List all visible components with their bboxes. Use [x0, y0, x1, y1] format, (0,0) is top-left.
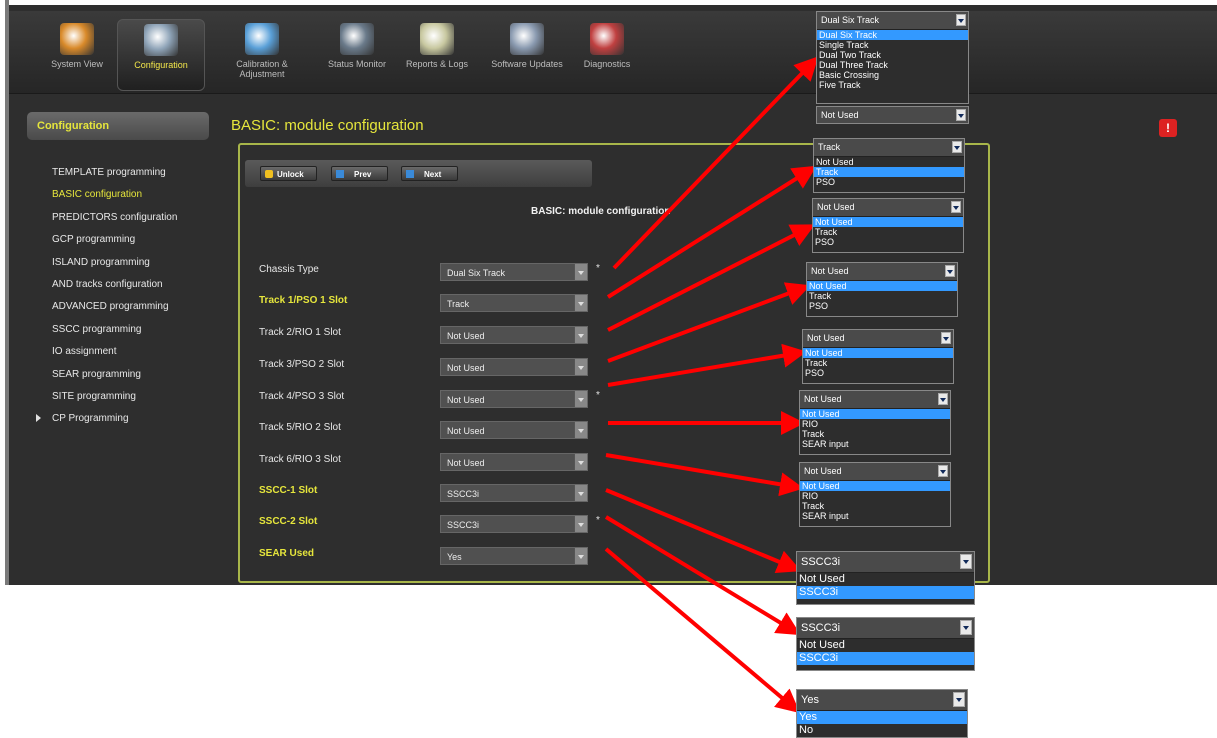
chevron-down-icon[interactable] — [960, 554, 972, 569]
dropdown-selected-value: Dual Six Track — [821, 15, 880, 25]
dropdown-option[interactable]: Not Used — [800, 481, 950, 491]
chevron-down-icon[interactable] — [952, 141, 962, 153]
dropdown-list[interactable]: Not Used Not Used Track PSO — [806, 262, 958, 317]
dropdown-selected[interactable]: Track — [814, 139, 964, 157]
dropdown-selected-value: Not Used — [821, 110, 859, 120]
dropdown-selected[interactable]: SSCC3i — [797, 618, 974, 639]
dropdown-option[interactable]: Track — [800, 429, 950, 439]
chevron-down-icon[interactable] — [951, 201, 961, 213]
dropdown-selected[interactable]: Not Used — [807, 263, 957, 281]
chevron-down-icon[interactable] — [953, 692, 965, 707]
dropdown-option[interactable]: Track — [807, 291, 957, 301]
chevron-down-icon[interactable] — [938, 465, 948, 477]
dropdown-option[interactable]: PSO — [814, 177, 964, 187]
dropdown-option[interactable]: Dual Two Track — [817, 50, 968, 60]
dropdown-selected-value: Track — [818, 142, 841, 152]
dropdown-option[interactable]: Not Used — [807, 281, 957, 291]
dropdown-option[interactable]: Not Used — [813, 217, 963, 227]
dropdown-option[interactable]: Not Used — [797, 639, 974, 652]
dropdown-selected[interactable]: Not Used — [800, 391, 950, 409]
dropdown-option[interactable]: PSO — [813, 237, 963, 247]
dropdown-option[interactable]: Track — [803, 358, 953, 368]
dropdown-option[interactable]: Dual Three Track — [817, 60, 968, 70]
dropdown-selected[interactable]: Dual Six Track — [817, 12, 968, 30]
dropdown-list[interactable]: Not Used Not Used Track PSO — [812, 198, 964, 253]
dropdown-list[interactable]: Dual Six Track Dual Six Track Single Track… — [816, 11, 969, 104]
dropdown-list[interactable]: Yes Yes No — [796, 689, 968, 738]
dropdown-option[interactable]: Single Track — [817, 40, 968, 50]
dropdown-selected[interactable]: Not Used — [800, 463, 950, 481]
callout-arrow — [612, 56, 819, 270]
dropdown-option[interactable]: Basic Crossing — [817, 70, 968, 80]
chevron-down-icon[interactable] — [960, 620, 972, 635]
callout-arrow — [607, 343, 807, 387]
dropdown-selected-value: Yes — [801, 694, 819, 706]
dropdown-list[interactable]: SSCC3i Not Used SSCC3i — [796, 617, 975, 671]
dropdown-option[interactable]: SSCC3i — [797, 586, 974, 599]
dropdown-option[interactable]: RIO — [800, 491, 950, 501]
dropdown-option[interactable]: Track — [814, 167, 964, 177]
dropdown-option[interactable]: Not Used — [800, 409, 950, 419]
dropdown-list[interactable]: Not Used Not Used Track PSO — [802, 329, 954, 384]
dropdown-option[interactable]: Not Used — [797, 573, 974, 586]
dropdown-option[interactable]: PSO — [803, 368, 953, 378]
dropdown-option[interactable]: Yes — [797, 711, 967, 724]
dropdown-option[interactable]: SSCC3i — [797, 652, 974, 665]
dropdown-option[interactable]: Track — [813, 227, 963, 237]
dropdown-selected[interactable]: Not Used — [813, 199, 963, 217]
dropdown-list[interactable]: Track Not Used Track PSO — [813, 138, 965, 193]
dropdown-option[interactable]: No — [797, 724, 967, 737]
dropdown-selected-value: Not Used — [817, 202, 855, 212]
dropdown-selected-value: SSCC3i — [801, 556, 841, 568]
dropdown-selected-value: Not Used — [804, 394, 842, 404]
dropdown-option[interactable]: Dual Six Track — [817, 30, 968, 40]
chevron-down-icon[interactable] — [941, 332, 951, 344]
chevron-down-icon[interactable] — [938, 393, 948, 405]
dropdown-selected-value: Not Used — [804, 466, 842, 476]
dropdown-option[interactable]: PSO — [807, 301, 957, 311]
dropdown-selected[interactable]: Yes — [797, 690, 967, 711]
dropdown-list[interactable]: Not Used Not Used RIO Track SEAR input — [799, 390, 951, 455]
dropdown-list[interactable]: SSCC3i Not Used SSCC3i — [796, 551, 975, 605]
dropdown-option[interactable]: Track — [800, 501, 950, 511]
dropdown-selected[interactable]: SSCC3i — [797, 552, 974, 573]
chevron-down-icon[interactable] — [945, 265, 955, 277]
callout-arrow — [605, 488, 802, 573]
chevron-down-icon[interactable] — [956, 109, 966, 121]
callout-arrow — [605, 453, 804, 497]
dropdown-list[interactable]: Not Used — [816, 106, 969, 124]
dropdown-option[interactable]: SEAR input — [800, 439, 950, 449]
dropdown-selected[interactable]: Not Used — [803, 330, 953, 348]
callout-arrow — [607, 282, 811, 363]
dropdown-selected-value: SSCC3i — [801, 622, 841, 634]
dropdown-option[interactable]: RIO — [800, 419, 950, 429]
callout-arrows — [604, 56, 819, 714]
dropdown-selected-value: Not Used — [807, 333, 845, 343]
chevron-down-icon[interactable] — [956, 14, 966, 26]
dropdown-selected-value: Not Used — [811, 266, 849, 276]
dropdown-list[interactable]: Not Used Not Used RIO Track SEAR input — [799, 462, 951, 527]
dropdown-selected[interactable]: Not Used — [817, 107, 968, 123]
dropdown-option[interactable]: Not Used — [803, 348, 953, 358]
dropdown-option[interactable]: SEAR input — [800, 511, 950, 521]
dropdown-option[interactable]: Five Track — [817, 80, 968, 90]
dropdown-option[interactable]: Not Used — [814, 157, 964, 167]
